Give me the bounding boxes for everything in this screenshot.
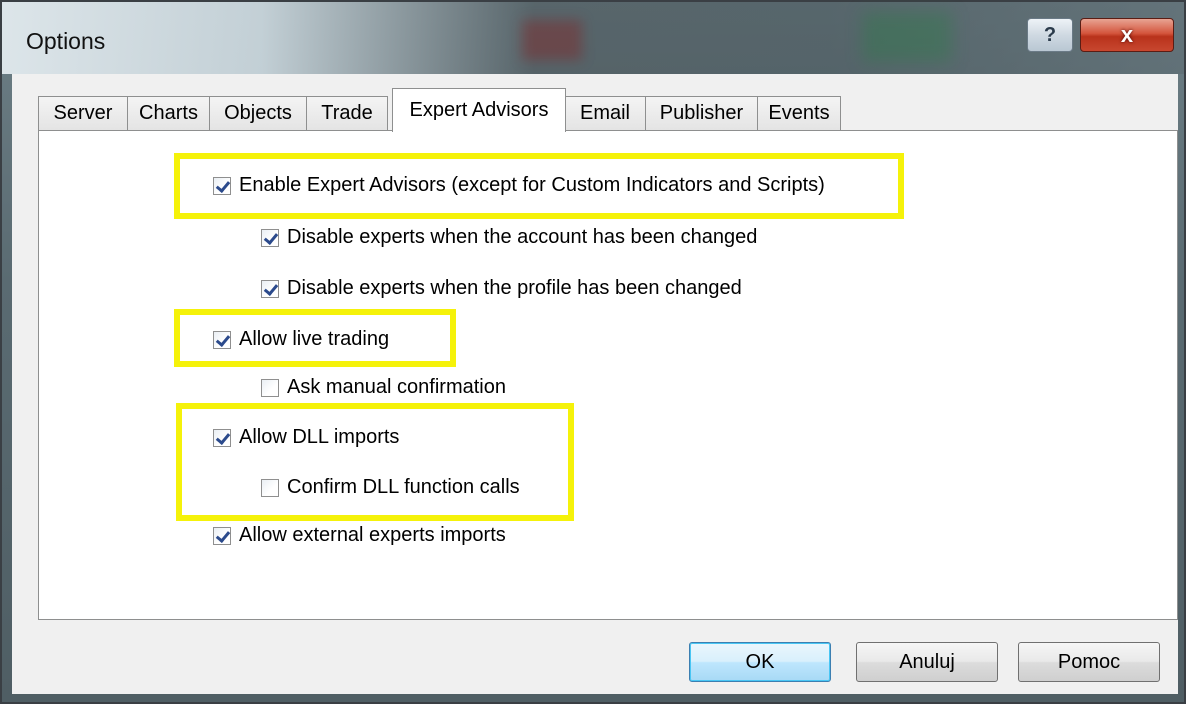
close-button[interactable]: x [1080, 18, 1174, 52]
checkbox-checked[interactable] [261, 279, 279, 298]
background-chart-streak [862, 12, 952, 62]
disable-profile-changed-checkbox[interactable]: Disable experts when the profile has bee… [261, 277, 742, 300]
option-label: Allow DLL imports [239, 426, 400, 448]
allow-dll-imports-checkbox[interactable]: Allow DLL imports [213, 426, 399, 449]
question-icon: ? [1043, 23, 1057, 46]
tab-email[interactable]: Email [564, 96, 646, 130]
tab-label: Charts [139, 102, 198, 124]
tab-label: Server [53, 102, 113, 124]
highlight-box [176, 403, 574, 521]
option-label: Ask manual confirmation [287, 376, 506, 398]
tab-server[interactable]: Server [38, 96, 128, 130]
option-label: Confirm DLL function calls [287, 476, 520, 498]
checkbox-checked[interactable] [213, 526, 231, 545]
option-label: Allow live trading [239, 328, 390, 350]
tab-label: Objects [224, 102, 292, 124]
title-bar[interactable]: Options ? x [2, 2, 1184, 74]
checkbox-unchecked[interactable] [261, 478, 279, 497]
checkbox-unchecked[interactable] [261, 378, 279, 397]
expert-advisors-panel: Enable Expert Advisors (except for Custo… [38, 130, 1178, 620]
help-button[interactable]: ? [1027, 18, 1073, 52]
options-dialog: Options ? x Server Charts Objects Trade … [0, 0, 1186, 704]
close-icon: x [1120, 22, 1134, 47]
checkbox-checked[interactable] [261, 228, 279, 247]
option-label: Disable experts when the account has bee… [287, 226, 758, 248]
tab-label: Email [579, 102, 630, 124]
tab-expert-advisors[interactable]: Expert Advisors [392, 88, 566, 132]
help-dialog-button[interactable]: Pomoc [1018, 642, 1160, 682]
window-title: Options [26, 28, 106, 54]
tab-label: Expert Advisors [409, 99, 549, 121]
tab-publisher[interactable]: Publisher [645, 96, 758, 130]
checkbox-checked[interactable] [213, 330, 231, 349]
allow-live-trading-checkbox[interactable]: Allow live trading [213, 328, 389, 351]
checkbox-checked[interactable] [213, 176, 231, 195]
ok-button[interactable]: OK [689, 642, 831, 682]
option-label: Disable experts when the profile has bee… [287, 277, 742, 299]
tab-objects[interactable]: Objects [209, 96, 307, 130]
dialog-client-area: Server Charts Objects Trade Expert Advis… [12, 74, 1178, 694]
background-chart-streak [522, 20, 582, 60]
allow-external-imports-checkbox[interactable]: Allow external experts imports [213, 524, 506, 547]
cancel-button[interactable]: Anuluj [856, 642, 998, 682]
confirm-dll-calls-checkbox[interactable]: Confirm DLL function calls [261, 476, 520, 499]
tab-label: Publisher [659, 102, 744, 124]
enable-experts-checkbox[interactable]: Enable Expert Advisors (except for Custo… [213, 174, 825, 197]
ask-manual-confirmation-checkbox[interactable]: Ask manual confirmation [261, 376, 506, 399]
option-label: Allow external experts imports [239, 524, 506, 546]
tab-charts[interactable]: Charts [127, 96, 210, 130]
option-label: Enable Expert Advisors (except for Custo… [239, 174, 825, 196]
disable-account-changed-checkbox[interactable]: Disable experts when the account has bee… [261, 226, 757, 249]
tab-events[interactable]: Events [757, 96, 841, 130]
tab-trade[interactable]: Trade [306, 96, 388, 130]
tab-label: Events [768, 102, 830, 124]
checkbox-checked[interactable] [213, 428, 231, 447]
tab-label: Trade [321, 102, 373, 124]
